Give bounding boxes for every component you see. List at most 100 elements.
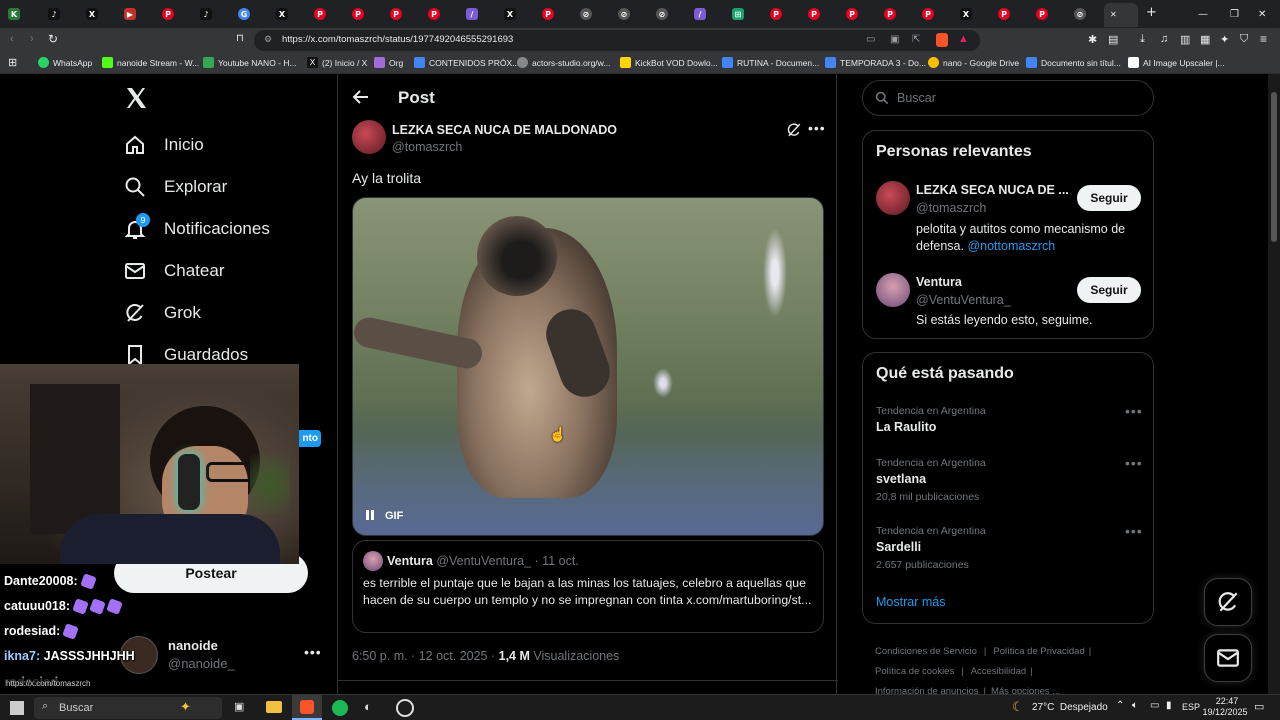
trend-item[interactable]: Tendencia en Argentina svetlana 20,8 mil…: [876, 457, 986, 503]
nav-item-guardados[interactable]: Guardados: [124, 344, 248, 366]
extensions-icon[interactable]: ✱: [1088, 33, 1097, 46]
scrollbar-thumb[interactable]: [1271, 92, 1277, 242]
bookmark-item[interactable]: actors-studio.org/w...: [517, 57, 610, 68]
bookmark-item[interactable]: RUTINA - Documen...: [722, 57, 819, 68]
gif-media[interactable]: GIF ☝: [352, 197, 824, 536]
tab[interactable]: P: [428, 6, 443, 22]
trend-item[interactable]: Tendencia en Argentina La Raulito: [876, 405, 986, 434]
tab[interactable]: P: [352, 6, 367, 22]
taskbar-search-input[interactable]: ⌕ Buscar ✦: [34, 697, 222, 719]
trend-more-icon[interactable]: •••: [1125, 455, 1143, 471]
follow-button[interactable]: Seguir: [1077, 185, 1141, 211]
obs-icon[interactable]: [396, 699, 414, 717]
footer-link[interactable]: Política de Privacidad: [993, 646, 1084, 657]
close-window-icon[interactable]: ✕: [1258, 6, 1266, 22]
download-icon[interactable]: ⤓: [1140, 33, 1145, 46]
bookmark-item[interactable]: nanoide Stream - W...: [102, 57, 199, 68]
footer-link[interactable]: Condiciones de Servicio: [875, 646, 977, 657]
tab[interactable]: ⊞: [732, 6, 747, 22]
tab[interactable]: G: [238, 6, 253, 22]
bookmark-page-icon[interactable]: ⊓: [236, 33, 244, 44]
tab[interactable]: P: [998, 6, 1013, 22]
tab[interactable]: P: [770, 6, 785, 22]
tab[interactable]: /: [694, 6, 709, 22]
back-arrow-icon[interactable]: [352, 88, 370, 106]
task-view-icon[interactable]: ▣: [234, 700, 244, 713]
brave-shield-icon[interactable]: [936, 33, 948, 47]
new-tab-button[interactable]: +: [1146, 4, 1157, 20]
tray-chevron-icon[interactable]: ⌃: [1116, 700, 1124, 711]
brave-taskbar-button[interactable]: [292, 695, 322, 720]
clock-date[interactable]: 19/12/2025: [1200, 707, 1250, 717]
language-indicator[interactable]: ESP: [1182, 702, 1200, 712]
start-icon[interactable]: [10, 701, 24, 715]
nav-item-notificaciones[interactable]: 9 Notificaciones: [124, 213, 270, 240]
tab[interactable]: X: [960, 6, 975, 22]
footer-link[interactable]: Política de cookies: [875, 666, 954, 677]
author-handle[interactable]: @tomaszrch: [392, 140, 462, 154]
person-name[interactable]: Ventura: [916, 275, 962, 289]
follow-button[interactable]: Seguir: [1077, 277, 1141, 303]
bio-mention-link[interactable]: @nottomaszrch: [967, 239, 1055, 253]
weather-text[interactable]: 27°C Despejado: [1032, 702, 1108, 713]
tab[interactable]: ♪: [200, 6, 215, 22]
avatar[interactable]: [876, 181, 910, 215]
bookmark-item[interactable]: AI Image Upscaler |...: [1128, 57, 1225, 68]
grok-explain-icon[interactable]: [786, 122, 802, 138]
person-handle[interactable]: @tomaszrch: [916, 201, 986, 215]
bookmark-item[interactable]: CONTENIDOS PRÓX...: [414, 57, 519, 68]
x-logo-icon[interactable]: [124, 86, 148, 110]
quoted-post[interactable]: Ventura @VentuVentura_ · 11 oct. es terr…: [352, 540, 824, 633]
account-more-icon[interactable]: •••: [304, 644, 322, 660]
trend-more-icon[interactable]: •••: [1125, 523, 1143, 539]
show-more-link[interactable]: Mostrar más: [876, 595, 945, 609]
author-avatar[interactable]: [352, 120, 386, 154]
leo-ai-icon[interactable]: ✦: [1220, 33, 1229, 46]
person-handle[interactable]: @VentuVentura_: [916, 293, 1011, 307]
cast-icon[interactable]: ▭: [866, 34, 875, 45]
post-more-icon[interactable]: •••: [808, 120, 826, 136]
avatar[interactable]: [876, 273, 910, 307]
footer-link[interactable]: Accesibilidad: [971, 666, 1026, 677]
tab[interactable]: X: [276, 6, 291, 22]
premium-badge[interactable]: nto: [296, 430, 321, 447]
screenshot-icon[interactable]: ▣: [890, 34, 899, 45]
clock-time[interactable]: 22:47: [1212, 696, 1242, 706]
tab[interactable]: /: [466, 6, 481, 22]
speaker-icon[interactable]: 🔈︎: [1132, 700, 1138, 711]
notifications-center-icon[interactable]: ▭: [1254, 700, 1264, 713]
page-scrollbar[interactable]: [1268, 74, 1280, 694]
minimize-icon[interactable]: —: [1198, 6, 1208, 22]
tab[interactable]: P: [1036, 6, 1051, 22]
forward-icon[interactable]: ›: [30, 33, 34, 45]
bookmark-item[interactable]: KickBot VOD Dowlo...: [620, 57, 718, 68]
pause-icon[interactable]: [363, 508, 381, 524]
vpn-icon[interactable]: ⛉: [1240, 33, 1248, 46]
search-input[interactable]: Buscar: [862, 80, 1154, 116]
tab[interactable]: ⊘: [1074, 6, 1089, 22]
bookmark-item[interactable]: X (2) Inicio / X: [307, 57, 367, 68]
spotify-icon[interactable]: [332, 700, 348, 716]
tab[interactable]: ⊘: [618, 6, 633, 22]
tab[interactable]: ⊘: [580, 6, 595, 22]
footer-link[interactable]: Más opciones ...: [991, 686, 1060, 694]
site-info-icon[interactable]: ⚙: [264, 34, 272, 45]
tab[interactable]: P: [922, 6, 937, 22]
tab[interactable]: P: [542, 6, 557, 22]
tab-search-icon[interactable]: ▦: [1200, 33, 1210, 46]
tab[interactable]: P: [846, 6, 861, 22]
tab[interactable]: P: [390, 6, 405, 22]
back-icon[interactable]: ‹: [10, 33, 14, 45]
file-explorer-icon[interactable]: [266, 701, 282, 713]
app-icon[interactable]: ◐: [364, 699, 372, 714]
tab[interactable]: P: [808, 6, 823, 22]
tab[interactable]: X: [86, 6, 101, 22]
grok-float-button[interactable]: [1204, 578, 1252, 626]
apps-grid-icon[interactable]: ⊞: [8, 56, 17, 69]
bookmark-item[interactable]: Org: [374, 57, 403, 68]
trend-item[interactable]: Tendencia en Argentina Sardelli 2.657 pu…: [876, 525, 986, 571]
trend-more-icon[interactable]: •••: [1125, 403, 1143, 419]
menu-icon[interactable]: ≡: [1260, 32, 1267, 46]
share-icon[interactable]: ⇱: [912, 34, 920, 45]
tab[interactable]: P: [162, 6, 177, 22]
